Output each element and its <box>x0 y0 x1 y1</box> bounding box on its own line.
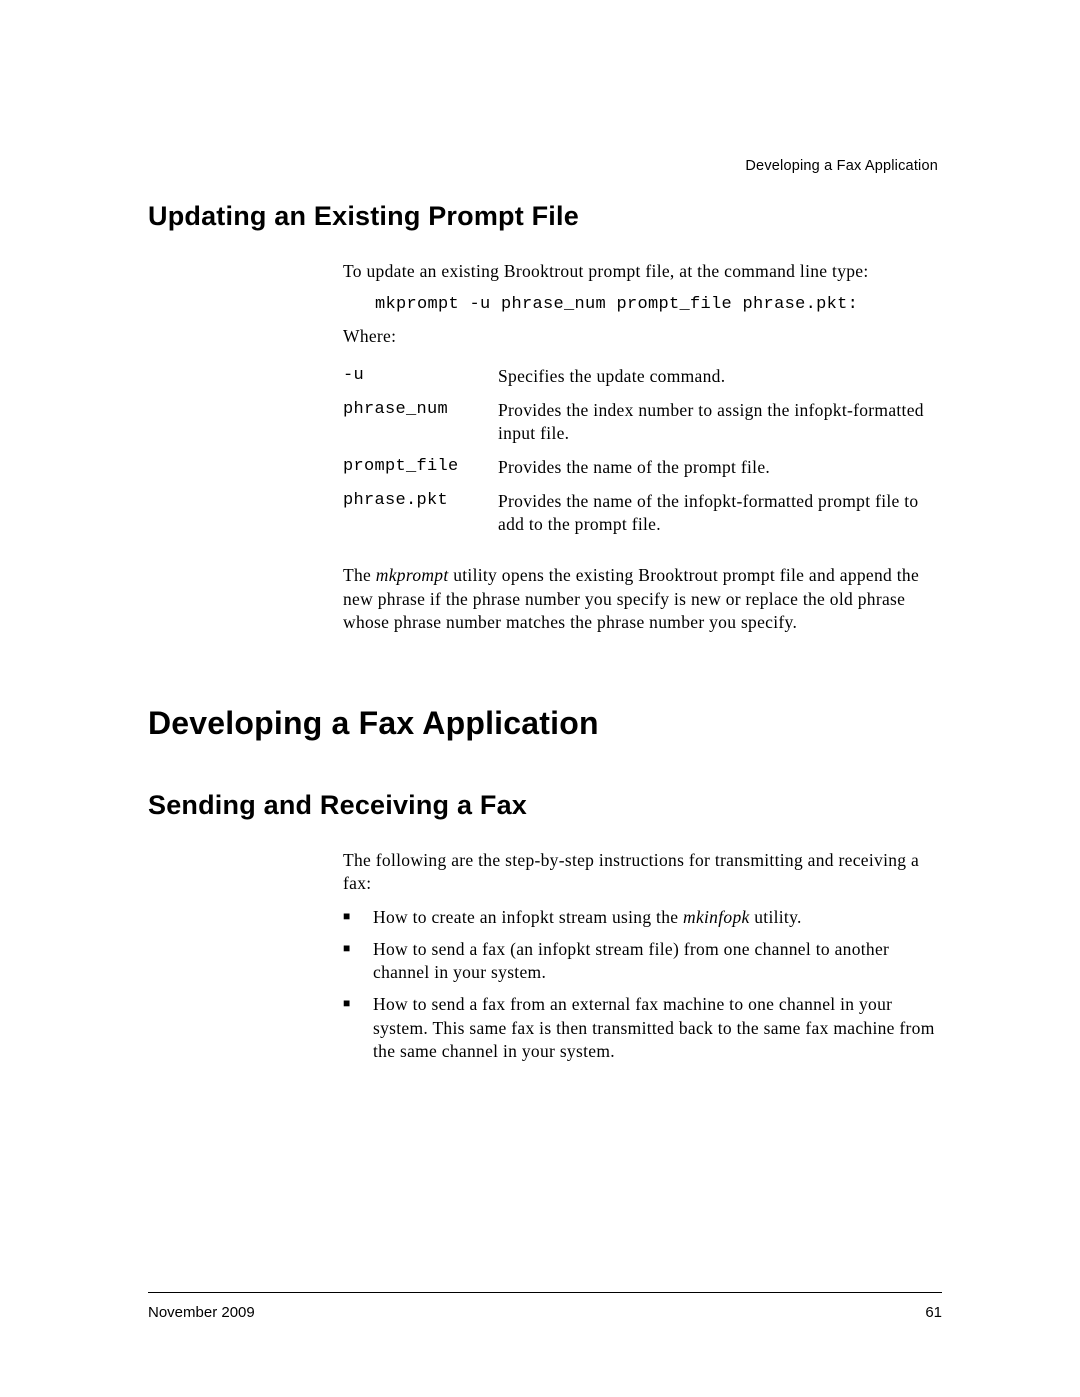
bullet-list: How to create an infopkt stream using th… <box>343 906 940 1064</box>
section-heading-sending-receiving: Sending and Receiving a Fax <box>148 790 940 821</box>
param-desc: Specifies the update command. <box>498 360 940 394</box>
bullet1-pre: How to create an infopkt stream using th… <box>373 907 683 927</box>
section1-outro: The mkprompt utility opens the existing … <box>343 564 940 635</box>
section1-command: mkprompt -u phrase_num prompt_file phras… <box>375 294 940 317</box>
params-table: -u Specifies the update command. phrase_… <box>343 360 940 542</box>
outro-em: mkprompt <box>376 565 449 585</box>
param-key: phrase.pkt <box>343 485 498 542</box>
param-desc: Provides the name of the prompt file. <box>498 451 940 485</box>
bullet1-em: mkinfopk <box>683 907 750 927</box>
section1-intro: To update an existing Brooktrout prompt … <box>343 260 940 284</box>
list-item: How to create an infopkt stream using th… <box>343 906 940 930</box>
section2-body: The following are the step-by-step instr… <box>343 849 940 1064</box>
page-footer: November 2009 61 <box>148 1304 942 1321</box>
footer-date: November 2009 <box>148 1304 255 1321</box>
section-heading-updating-prompt: Updating an Existing Prompt File <box>148 201 940 232</box>
list-item: How to send a fax from an external fax m… <box>343 993 940 1064</box>
footer-page-number: 61 <box>925 1304 942 1321</box>
running-header: Developing a Fax Application <box>745 158 938 174</box>
section2-intro: The following are the step-by-step instr… <box>343 849 940 896</box>
outro-pre: The <box>343 565 376 585</box>
table-row: phrase.pkt Provides the name of the info… <box>343 485 940 542</box>
page: Developing a Fax Application Updating an… <box>0 0 1080 1397</box>
bullet1-post: utility. <box>750 907 802 927</box>
table-row: phrase_num Provides the index number to … <box>343 394 940 451</box>
param-key: phrase_num <box>343 394 498 451</box>
param-desc: Provides the name of the infopkt-formatt… <box>498 485 940 542</box>
section1-body: To update an existing Brooktrout prompt … <box>343 260 940 635</box>
list-item: How to send a fax (an infopkt stream fil… <box>343 938 940 985</box>
param-desc: Provides the index number to assign the … <box>498 394 940 451</box>
table-row: -u Specifies the update command. <box>343 360 940 394</box>
table-row: prompt_file Provides the name of the pro… <box>343 451 940 485</box>
footer-rule <box>148 1292 942 1293</box>
param-key: -u <box>343 360 498 394</box>
where-label: Where: <box>343 325 940 349</box>
chapter-heading-developing-fax: Developing a Fax Application <box>148 705 940 742</box>
param-key: prompt_file <box>343 451 498 485</box>
